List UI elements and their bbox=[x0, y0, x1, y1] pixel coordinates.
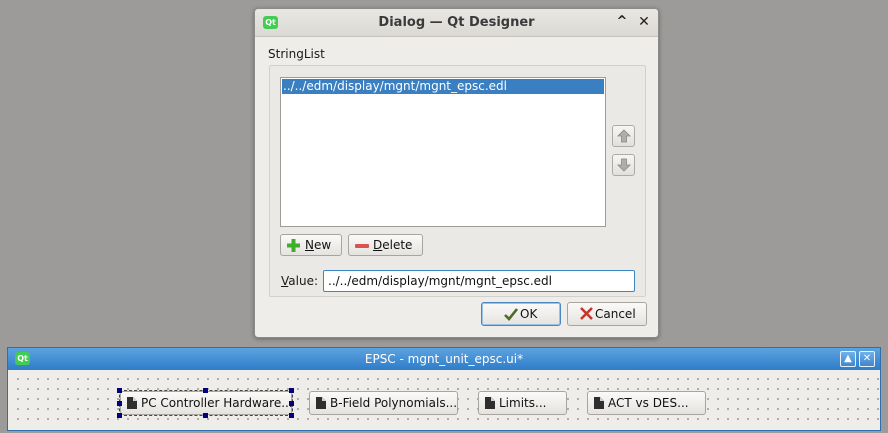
delete-button[interactable]: Delete bbox=[348, 234, 423, 256]
dialog-close-button[interactable]: ✕ bbox=[635, 13, 653, 31]
minus-icon bbox=[355, 244, 369, 248]
resize-handle[interactable] bbox=[117, 413, 122, 418]
document-icon bbox=[485, 397, 495, 409]
delete-button-label: Delete bbox=[373, 238, 413, 252]
b-field-polynomials-label: B-Field Polynomials... bbox=[330, 396, 458, 410]
act-vs-des-label: ACT vs DES... bbox=[608, 396, 689, 410]
form-close-button[interactable]: ✕ bbox=[859, 351, 875, 367]
dialog-title: Dialog — Qt Designer bbox=[378, 15, 535, 30]
move-up-button[interactable] bbox=[612, 125, 635, 147]
limits-label: Limits... bbox=[499, 396, 547, 410]
document-icon bbox=[127, 397, 137, 409]
stringlist-dialog: Qt Dialog — Qt Designer ^ ✕ StringList .… bbox=[254, 8, 659, 338]
list-item[interactable]: ../../edm/display/mgnt/mgnt_epsc.edl bbox=[282, 79, 604, 94]
value-label: Value: bbox=[281, 274, 318, 288]
resize-handle[interactable] bbox=[289, 413, 294, 418]
plus-icon bbox=[287, 239, 300, 252]
limits-button[interactable]: Limits... bbox=[478, 391, 567, 415]
cancel-button-label: Cancel bbox=[595, 307, 636, 321]
resize-handle[interactable] bbox=[289, 388, 294, 393]
form-window: Qt EPSC - mgnt_unit_epsc.ui* ▲ ✕ PC Cont… bbox=[7, 347, 881, 431]
document-icon bbox=[316, 397, 326, 409]
value-input[interactable] bbox=[323, 270, 635, 292]
resize-handle[interactable] bbox=[203, 388, 208, 393]
stringlist-group: ../../edm/display/mgnt/mgnt_epsc.edl New… bbox=[269, 65, 646, 297]
new-button[interactable]: New bbox=[280, 234, 342, 256]
arrow-down-icon bbox=[617, 158, 631, 172]
form-maximize-button[interactable]: ▲ bbox=[840, 351, 856, 367]
document-icon bbox=[594, 397, 604, 409]
act-vs-des-button[interactable]: ACT vs DES... bbox=[587, 391, 706, 415]
b-field-polynomials-button[interactable]: B-Field Polynomials... bbox=[309, 391, 458, 415]
dialog-title-bar[interactable]: Qt Dialog — Qt Designer ^ ✕ bbox=[255, 9, 658, 37]
check-icon bbox=[504, 308, 518, 321]
move-down-button[interactable] bbox=[612, 154, 635, 176]
resize-handle[interactable] bbox=[117, 388, 122, 393]
group-label: StringList bbox=[268, 47, 325, 61]
pc-controller-hardware-button[interactable]: PC Controller Hardware... bbox=[120, 391, 293, 415]
x-icon bbox=[580, 307, 593, 320]
ok-button-label: OK bbox=[520, 307, 538, 321]
ok-button[interactable]: OK bbox=[481, 302, 561, 326]
resize-handle[interactable] bbox=[289, 401, 294, 406]
form-title: EPSC - mgnt_unit_epsc.ui* bbox=[364, 352, 524, 366]
resize-handle[interactable] bbox=[117, 401, 122, 406]
new-button-label: New bbox=[305, 238, 332, 252]
form-title-bar[interactable]: Qt EPSC - mgnt_unit_epsc.ui* ▲ ✕ bbox=[8, 348, 880, 370]
form-canvas[interactable]: PC Controller Hardware... B-Field Polyno… bbox=[9, 371, 879, 428]
resize-handle[interactable] bbox=[203, 413, 208, 418]
dialog-maximize-button[interactable]: ^ bbox=[613, 13, 631, 31]
cancel-button[interactable]: Cancel bbox=[567, 302, 647, 326]
pc-controller-hardware-label: PC Controller Hardware... bbox=[141, 396, 293, 410]
string-list[interactable]: ../../edm/display/mgnt/mgnt_epsc.edl bbox=[280, 77, 606, 227]
arrow-up-icon bbox=[617, 129, 631, 143]
